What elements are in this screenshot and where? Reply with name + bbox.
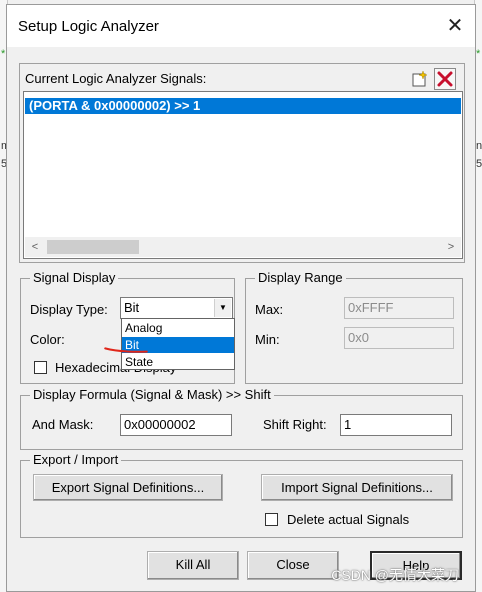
min-label: Min: — [255, 332, 280, 347]
background-mark: * — [476, 48, 481, 60]
signals-label: Current Logic Analyzer Signals: — [25, 71, 207, 86]
title-bar[interactable]: Setup Logic Analyzer ✕ — [7, 5, 475, 47]
background-mark: 5 — [476, 158, 482, 170]
scroll-thumb[interactable] — [47, 240, 139, 254]
chevron-down-icon[interactable]: ▼ — [214, 299, 231, 317]
color-label: Color: — [30, 332, 65, 347]
shift-right-value: 1 — [344, 417, 352, 432]
signal-list-item[interactable]: (PORTA & 0x00000002) >> 1 — [25, 98, 461, 114]
export-import-title: Export / Import — [30, 452, 122, 467]
dialog-title: Setup Logic Analyzer — [18, 18, 159, 35]
import-signal-definitions-button[interactable]: Import Signal Definitions... — [261, 474, 453, 501]
kill-all-button[interactable]: Kill All — [147, 551, 239, 580]
signal-display-title: Signal Display — [30, 270, 119, 285]
display-range-title: Display Range — [255, 270, 346, 285]
dropdown-option-analog[interactable]: Analog — [122, 320, 234, 336]
close-button[interactable]: Close — [247, 551, 339, 580]
annotation-underline-mark — [104, 347, 148, 353]
export-signal-definitions-button[interactable]: Export Signal Definitions... — [33, 474, 223, 501]
scroll-right-icon[interactable]: > — [443, 239, 459, 255]
delete-actual-signals-checkbox[interactable] — [265, 513, 278, 526]
shift-right-label: Shift Right: — [263, 417, 327, 432]
new-signal-icon[interactable] — [410, 69, 430, 89]
watermark-text: CSDN @无情大菜刀 — [331, 567, 459, 583]
and-mask-label: And Mask: — [32, 417, 94, 432]
signals-list[interactable]: (PORTA & 0x00000002) >> 1 < > — [23, 91, 463, 259]
display-formula-title: Display Formula (Signal & Mask) >> Shift — [30, 387, 274, 402]
and-mask-value: 0x00000002 — [124, 417, 196, 432]
display-type-dropdown[interactable]: Analog Bit State — [121, 318, 235, 370]
shift-right-field[interactable]: 1 — [340, 414, 452, 436]
hexadecimal-checkbox[interactable] — [34, 361, 47, 374]
min-value: 0x0 — [348, 330, 369, 345]
delete-actual-signals-label: Delete actual Signals — [287, 512, 410, 527]
background-mark: * — [1, 48, 6, 60]
dropdown-option-state[interactable]: State — [122, 354, 234, 370]
display-type-combobox[interactable]: Bit ▼ — [120, 297, 233, 319]
max-value: 0xFFFF — [348, 300, 394, 315]
display-type-value: Bit — [124, 300, 140, 315]
and-mask-field[interactable]: 0x00000002 — [120, 414, 232, 436]
scroll-left-icon[interactable]: < — [27, 239, 43, 255]
setup-logic-analyzer-dialog: Setup Logic Analyzer ✕ Current Logic Ana… — [6, 4, 476, 592]
close-window-icon[interactable]: ✕ — [443, 15, 467, 37]
max-label: Max: — [255, 302, 284, 317]
horizontal-scrollbar[interactable]: < > — [25, 237, 461, 257]
display-type-label: Display Type: — [30, 302, 108, 317]
min-field[interactable]: 0x0 — [344, 327, 454, 349]
background-mark: n — [476, 140, 482, 152]
delete-signal-icon[interactable] — [434, 68, 456, 90]
max-field[interactable]: 0xFFFF — [344, 297, 454, 319]
